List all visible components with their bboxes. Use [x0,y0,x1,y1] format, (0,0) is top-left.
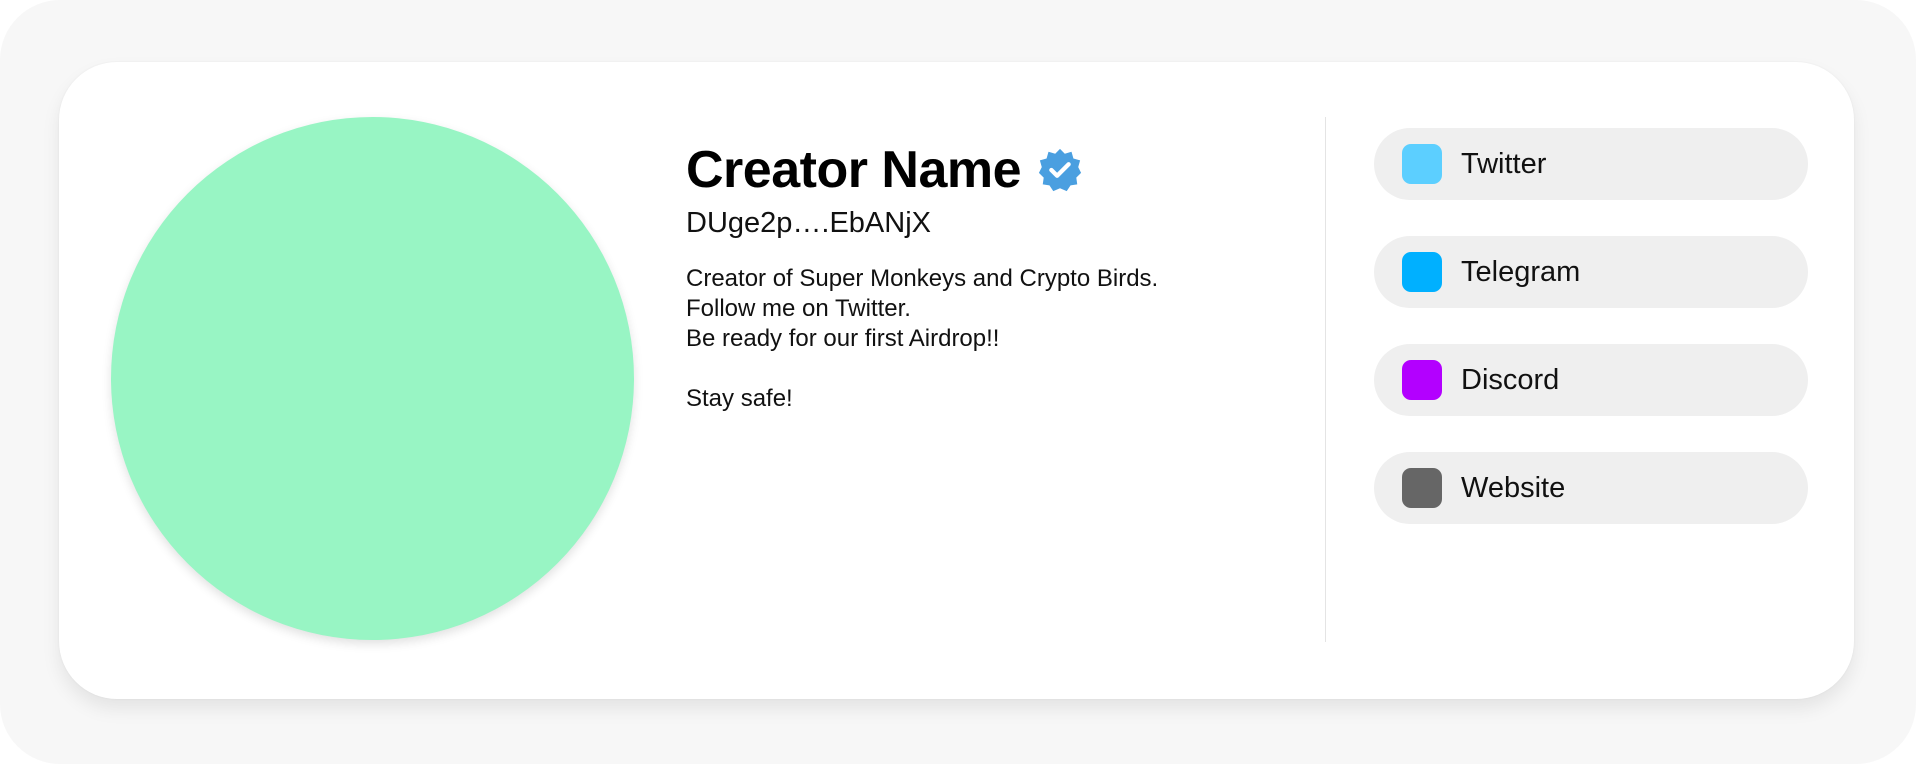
verified-badge-icon [1038,148,1082,192]
name-row: Creator Name [686,140,1286,200]
bio-line: Creator of Super Monkeys and Crypto Bird… [686,265,1159,292]
bio: Creator of Super Monkeys and Crypto Bird… [686,264,1286,414]
creator-info: Creator Name DUge2p….EbANjX Creator of S… [686,140,1286,414]
vertical-divider [1325,117,1326,642]
link-label: Telegram [1461,255,1581,288]
discord-link-button[interactable]: Discord [1374,344,1808,416]
social-links: Twitter Telegram Discord Website [1374,128,1808,560]
website-icon [1402,468,1442,508]
website-link-button[interactable]: Website [1374,452,1808,524]
bio-line: Stay safe! [686,385,793,412]
avatar[interactable] [111,117,634,640]
telegram-icon [1402,252,1442,292]
twitter-icon [1402,144,1442,184]
creator-name: Creator Name [686,141,1022,199]
bio-line: Follow me on Twitter. [686,295,911,322]
link-label: Discord [1461,363,1560,396]
twitter-link-button[interactable]: Twitter [1374,128,1808,200]
link-label: Website [1461,471,1566,504]
link-label: Twitter [1461,147,1547,180]
wallet-address[interactable]: DUge2p….EbANjX [686,206,1286,240]
bio-line [686,354,1286,384]
telegram-link-button[interactable]: Telegram [1374,236,1808,308]
discord-icon [1402,360,1442,400]
bio-line: Be ready for our first Airdrop!! [686,325,1000,352]
